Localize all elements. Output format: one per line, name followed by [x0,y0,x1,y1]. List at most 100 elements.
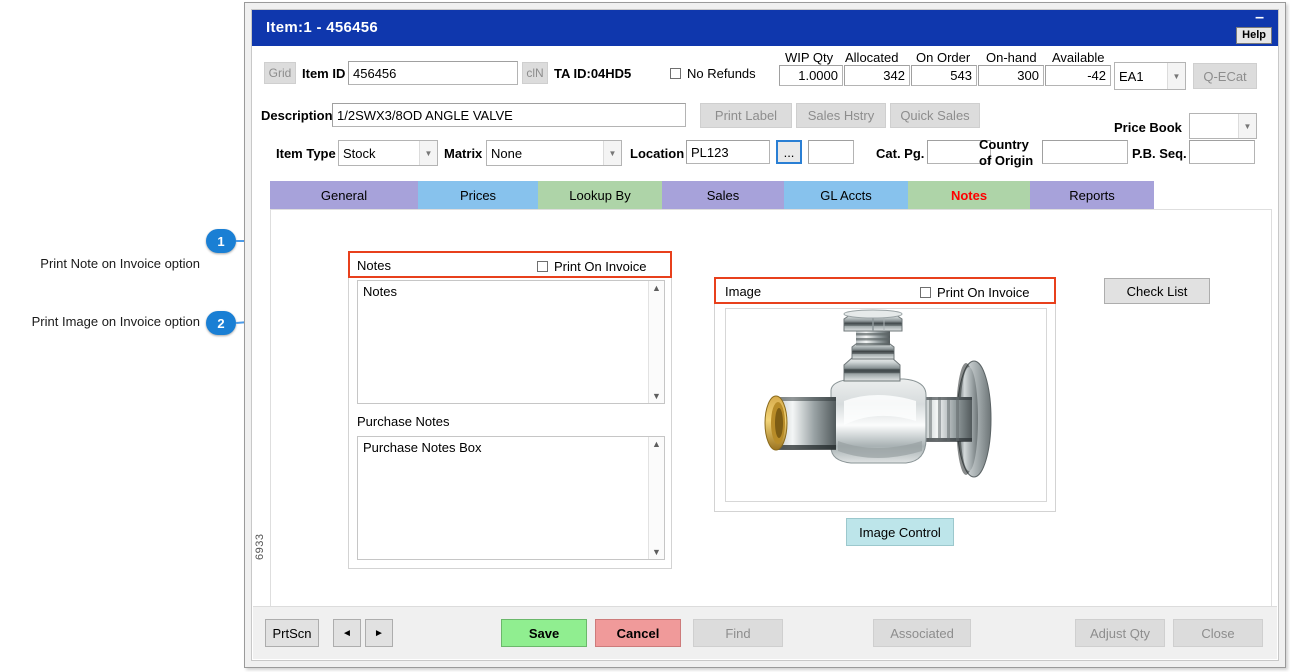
check-list-button[interactable]: Check List [1104,278,1210,304]
window-client-area: Item:1 - 456456 – Help Grid Item ID 4564… [251,9,1279,661]
scroll-down-icon[interactable]: ▼ [649,545,664,559]
tab-reports[interactable]: Reports [1030,181,1154,209]
description-input[interactable]: 1/2SWX3/8OD ANGLE VALVE [332,103,686,127]
notes-print-on-invoice-box[interactable] [537,261,548,272]
prtscn-button[interactable]: PrtScn [265,619,319,647]
price-book-select[interactable]: ▼ [1189,113,1257,139]
notes-scrollbar[interactable]: ▲ ▼ [648,281,664,403]
cln-button[interactable]: clN [522,62,548,84]
next-record-button[interactable]: ► [365,619,393,647]
item-image-frame [725,308,1047,502]
print-label-button[interactable]: Print Label [700,103,792,128]
item-type-value: Stock [343,145,376,161]
tab-gl-accts[interactable]: GL Accts [784,181,908,209]
price-book-label: Price Book [1114,120,1182,135]
footer-toolbar: PrtScn ◄ ► Save Cancel Find Associated A… [253,606,1277,659]
no-refunds-label: No Refunds [687,66,756,81]
location-input[interactable]: PL123 [686,140,770,164]
chevron-down-icon[interactable]: ▼ [603,141,621,165]
qty-value-wip[interactable]: 1.0000 [779,65,843,86]
tab-general[interactable]: General [270,181,418,209]
window-title-bar: Item:1 - 456456 – Help [252,10,1278,46]
tab-label: Notes [950,187,988,203]
item-window: Item:1 - 456456 – Help Grid Item ID 4564… [244,2,1286,668]
q-ecat-button[interactable]: Q-ECat [1193,63,1257,89]
tab-bar: General Prices Lookup By Sales GL Accts … [270,181,1154,209]
qty-value-on-hand[interactable]: 300 [978,65,1044,86]
pb-seq-input[interactable] [1189,140,1255,164]
notes-textarea[interactable]: Notes ▲ ▼ [357,280,665,404]
notes-print-on-invoice-checkbox[interactable]: Print On Invoice [537,259,647,274]
tab-label: Reports [1069,187,1115,203]
qty-label-allocated: Allocated [845,50,899,65]
tab-label: GL Accts [820,187,872,203]
location-browse-button[interactable]: ... [776,140,802,164]
tab-label: Lookup By [569,187,631,203]
adjust-qty-button[interactable]: Adjust Qty [1075,619,1165,647]
purchase-notes-textarea[interactable]: Purchase Notes Box ▲ ▼ [357,436,665,560]
help-button[interactable]: Help [1236,27,1272,44]
item-type-label: Item Type [276,146,336,161]
close-button[interactable]: Close [1173,619,1263,647]
country-of-origin-input[interactable] [1042,140,1128,164]
purchase-notes-value: Purchase Notes Box [363,440,482,455]
screenshot-root: Print Note on Invoice option 1 Print Ima… [0,0,1290,672]
notes-group-title: Notes [357,258,391,273]
country-of-origin-label-line2: of Origin [979,153,1034,168]
image-group: Image Print On Invoice [714,277,1056,512]
uom-value: EA1 [1119,68,1144,84]
matrix-label: Matrix [444,146,483,161]
qty-value-on-order[interactable]: 543 [911,65,977,86]
cat-pg-label: Cat. Pg. [876,146,925,161]
country-of-origin-label-line1: Country [979,137,1029,152]
scroll-up-icon[interactable]: ▲ [649,437,664,451]
angle-valve-image [726,309,1046,501]
qty-value-available[interactable]: -42 [1045,65,1111,86]
sales-hstry-button[interactable]: Sales Hstry [796,103,886,128]
no-refunds-checkbox-box[interactable] [670,68,681,79]
image-print-on-invoice-checkbox[interactable]: Print On Invoice [920,285,1030,300]
item-id-label: Item ID [302,66,346,81]
notes-group: Notes Print On Invoice Notes ▲ ▼ Purchas… [348,251,672,569]
chevron-down-icon[interactable]: ▼ [1238,114,1256,138]
purchase-notes-scrollbar[interactable]: ▲ ▼ [648,437,664,559]
no-refunds-checkbox[interactable]: No Refunds [670,66,756,81]
save-button[interactable]: Save [501,619,587,647]
matrix-select[interactable]: None ▼ [486,140,622,166]
tab-sales[interactable]: Sales [662,181,784,209]
tab-label: General [320,187,368,203]
tab-notes[interactable]: Notes [908,181,1030,209]
image-print-on-invoice-box[interactable] [920,287,931,298]
item-id-input[interactable]: 456456 [348,61,518,85]
image-print-on-invoice-label: Print On Invoice [937,285,1030,300]
ta-id-label: TA ID:04HD5 [554,66,632,81]
minimize-button[interactable]: – [1255,10,1264,26]
tab-prices[interactable]: Prices [418,181,538,209]
tab-lookup-by[interactable]: Lookup By [538,181,662,209]
pb-seq-label: P.B. Seq. [1132,146,1187,161]
image-control-button[interactable]: Image Control [846,518,954,546]
notes-tab-panel: Notes Print On Invoice Notes ▲ ▼ Purchas… [270,209,1272,613]
cancel-button[interactable]: Cancel [595,619,681,647]
associated-button[interactable]: Associated [873,619,971,647]
location-label: Location [630,146,685,161]
location-extra-input[interactable] [808,140,854,164]
description-label: Description [261,108,333,123]
image-group-title: Image [725,284,762,299]
annotation-label-1: Print Note on Invoice option [40,256,200,271]
tab-label: Prices [459,187,497,203]
item-type-select[interactable]: Stock ▼ [338,140,438,166]
chevron-down-icon[interactable]: ▼ [1167,63,1185,89]
uom-select[interactable]: EA1 ▼ [1114,62,1186,90]
find-button[interactable]: Find [693,619,783,647]
prev-record-button[interactable]: ◄ [333,619,361,647]
chevron-down-icon[interactable]: ▼ [419,141,437,165]
qty-label-on-order: On Order [916,50,971,65]
qty-value-allocated[interactable]: 342 [844,65,910,86]
scroll-down-icon[interactable]: ▼ [649,389,664,403]
grid-button[interactable]: Grid [264,62,296,84]
quick-sales-button[interactable]: Quick Sales [890,103,980,128]
scroll-up-icon[interactable]: ▲ [649,281,664,295]
notes-textarea-value: Notes [363,284,397,299]
annotation-badge-2: 2 [206,311,236,335]
